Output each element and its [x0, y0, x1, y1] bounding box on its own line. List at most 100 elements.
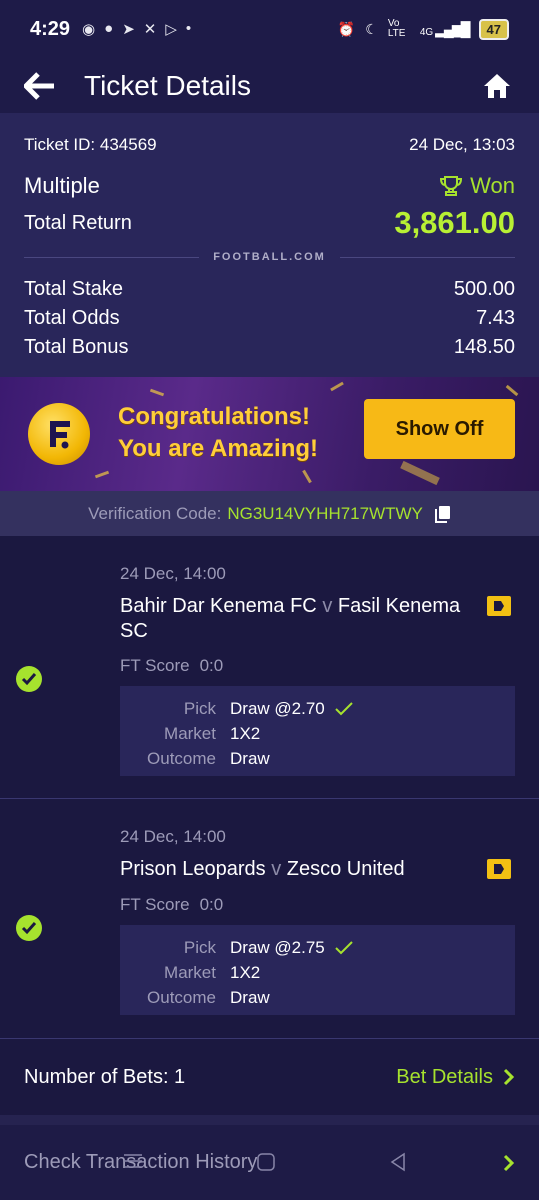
bet-type-row: Multiple Won — [24, 173, 515, 199]
match-teams: Bahir Dar Kenema FC v Fasil Kenema SC — [120, 594, 475, 644]
outcome-label: Outcome — [147, 987, 216, 1007]
congrats-line2: You are Amazing! — [118, 435, 319, 462]
stat-label: Total Bonus — [24, 336, 129, 358]
verification-label: Verification Code: — [88, 503, 222, 523]
back-button[interactable] — [0, 58, 80, 113]
market-value: 1X2 — [230, 723, 261, 743]
home-button[interactable] — [479, 68, 515, 104]
market-row: Market 1X2 — [120, 960, 515, 985]
total-odds-row: Total Odds 7.43 — [24, 307, 515, 330]
telegram-icon: ➤ — [122, 21, 135, 38]
pick-details: Pick Draw @2.75 Market 1X2 Outcome Draw — [120, 925, 515, 1015]
menu-icon — [124, 1154, 142, 1168]
confetti — [302, 469, 312, 484]
triangle-back-icon — [390, 1152, 405, 1172]
versus-label: v — [322, 595, 333, 617]
app-header: Ticket Details — [0, 58, 539, 113]
match-date: 24 Dec, 14:00 — [120, 827, 226, 846]
volte-icon: Vo LTE — [387, 18, 406, 39]
ticket-id-row: Ticket ID: 434569 24 Dec, 13:03 — [24, 135, 515, 155]
checkmark-icon — [335, 940, 353, 954]
pick-value-wrap: Draw @2.70 — [230, 699, 353, 719]
pick-label: Pick — [183, 698, 216, 718]
copy-button[interactable] — [434, 505, 451, 523]
total-return-value: 3,861.00 — [394, 205, 515, 240]
verification-code: NG3U14VYHH717WTWY — [227, 503, 423, 523]
page-title: Ticket Details — [84, 69, 252, 101]
stat-label: Total Stake — [24, 278, 123, 300]
outcome-row: Outcome Draw — [120, 746, 515, 771]
pick-label: Pick — [183, 937, 216, 957]
bet-details-link[interactable]: Bet Details — [396, 1066, 515, 1089]
battery-icon: 47 — [478, 18, 509, 40]
chat-icon: ● — [104, 20, 114, 37]
match-stats-icon[interactable] — [487, 859, 511, 879]
stat-value: 500.00 — [453, 278, 515, 300]
match-stats-icon[interactable] — [487, 596, 511, 616]
confetti — [400, 460, 440, 486]
bet-item: 24 Dec, 14:00 Prison Leopards v Zesco Un… — [0, 799, 539, 1037]
f-letter-icon — [50, 421, 70, 449]
ft-score-label: FT Score — [120, 895, 190, 914]
market-label: Market — [164, 962, 216, 982]
market-row: Market 1X2 — [120, 721, 515, 746]
network-icon: 4G ▂▄▆█ — [419, 20, 471, 38]
away-team: Zesco United — [286, 858, 405, 880]
won-check-icon — [16, 915, 42, 941]
pick-details: Pick Draw @2.70 Market 1X2 Outcome Draw — [120, 686, 515, 776]
congrats-text: Congratulations! You are Amazing! — [118, 401, 318, 465]
copy-icon — [434, 505, 450, 523]
number-of-bets-row: Number of Bets: 1 Bet Details — [0, 1039, 539, 1115]
confetti — [330, 381, 344, 392]
ft-score-label: FT Score — [120, 656, 190, 675]
brand-divider: FOOTBALL.COM — [24, 251, 516, 263]
bet-details-label: Bet Details — [396, 1065, 493, 1088]
notification-icons: ◉ ● ➤ ✕ ▷ • — [82, 20, 191, 38]
stat-value: 7.43 — [476, 307, 515, 329]
section-separator — [0, 1115, 539, 1125]
chevron-right-icon — [503, 1068, 515, 1086]
total-stake-row: Total Stake 500.00 — [24, 278, 515, 301]
verification-row: Verification Code: NG3U14VYHH717WTWY — [0, 491, 539, 536]
play-icon: ▷ — [165, 21, 177, 38]
whatsapp-icon: ◉ — [82, 21, 96, 38]
match-teams: Prison Leopards v Zesco United — [120, 857, 475, 882]
market-value: 1X2 — [230, 962, 261, 982]
pick-row: Pick Draw @2.70 — [120, 696, 515, 721]
checkmark-icon — [335, 701, 353, 715]
outcome-value: Draw — [230, 748, 270, 768]
system-icons: ⏰ ☾ Vo LTE 4G ▂▄▆█ 47 — [338, 18, 509, 40]
ft-score-value: 0:0 — [199, 656, 224, 675]
brand-logo: FOOTBALL.COM — [213, 251, 326, 263]
confetti — [149, 388, 165, 397]
home-icon — [484, 74, 510, 98]
dot-icon: • — [185, 20, 192, 37]
market-label: Market — [164, 723, 216, 743]
ft-score: FT Score 0:0 — [120, 656, 223, 676]
stat-label: Total Odds — [24, 307, 120, 329]
square-icon — [257, 1153, 275, 1171]
football-logo-icon — [28, 403, 90, 465]
confetti — [94, 470, 110, 479]
moon-icon: ☾ — [365, 20, 378, 37]
ticket-id: Ticket ID: 434569 — [24, 135, 157, 154]
recents-nav-button[interactable] — [122, 1152, 144, 1175]
status-text: Won — [470, 173, 515, 198]
trophy-icon — [440, 176, 463, 196]
outcome-label: Outcome — [147, 748, 216, 768]
show-off-button[interactable]: Show Off — [364, 399, 515, 459]
back-arrow-icon — [24, 71, 54, 100]
divider-line — [339, 256, 516, 258]
outcome-row: Outcome Draw — [120, 985, 515, 1010]
network-type: 4G — [419, 26, 434, 38]
match-date: 24 Dec, 14:00 — [120, 564, 226, 583]
home-team: Prison Leopards — [120, 858, 266, 880]
ft-score-value: 0:0 — [199, 895, 224, 914]
outcome-value: Draw — [230, 987, 270, 1007]
signal-icon: ▂▄▆█ — [435, 20, 470, 37]
pick-value-wrap: Draw @2.75 — [230, 938, 353, 958]
home-nav-button[interactable] — [256, 1152, 276, 1177]
confetti — [505, 384, 519, 397]
home-team: Bahir Dar Kenema FC — [120, 595, 317, 617]
back-nav-button[interactable] — [388, 1152, 408, 1177]
